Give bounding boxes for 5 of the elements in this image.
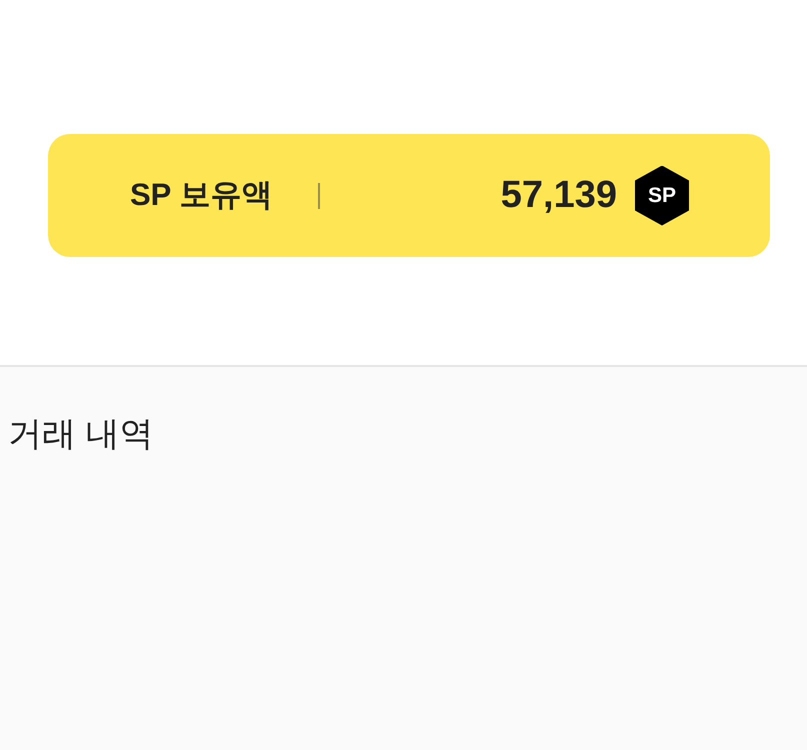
balance-amount: 57,139 [500, 173, 617, 218]
history-title: 거래 내역 [8, 415, 154, 453]
balance-label: SP 보유액 [130, 176, 272, 214]
vertical-divider [318, 182, 320, 208]
sp-badge: SP [635, 166, 689, 226]
